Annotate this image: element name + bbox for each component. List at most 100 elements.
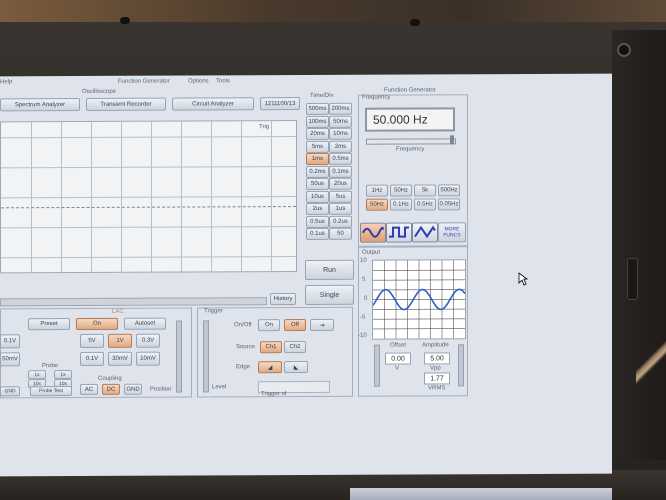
single-button[interactable]: Single [305, 284, 354, 306]
timediv-button[interactable]: 20ms [306, 127, 329, 140]
range-7[interactable]: 0.5Hz [414, 198, 436, 211]
mouse-cursor-icon [518, 272, 528, 286]
timediv-button[interactable]: 500ms [306, 102, 329, 115]
range-2[interactable]: 50Hz [390, 184, 412, 197]
tab-spectrum[interactable]: Spectrum Analyzer [0, 97, 80, 112]
timediv-button[interactable]: 10ms [329, 127, 352, 140]
coupling-ac[interactable]: AC [80, 383, 98, 395]
channel-on-button[interactable]: On [76, 317, 118, 331]
frequency-display: 50.000 Hz [365, 107, 455, 132]
probe-test-button[interactable]: Probe Test [30, 386, 72, 397]
trigger-ch2-button[interactable]: Ch2 [284, 341, 306, 354]
timediv-button[interactable]: 20us [329, 177, 352, 190]
timediv-button[interactable]: 5ms [306, 140, 329, 153]
probe-1x-a[interactable]: 1x [28, 370, 46, 380]
frequency-caption: Frequency [396, 146, 425, 153]
coupling-label: Coupling [98, 375, 122, 382]
range-8[interactable]: 0.05Hz [438, 198, 460, 211]
amplitude-unit: Vpp [430, 365, 441, 372]
volt-0-1v[interactable]: 0.1V [80, 351, 104, 366]
trigger-on-button[interactable]: On [258, 319, 280, 332]
timediv-button[interactable]: 200ms [329, 102, 352, 115]
volt-0-3v[interactable]: 0.3V [136, 333, 160, 348]
range-4[interactable]: 500Hz [438, 184, 460, 197]
sine-wave-icon[interactable] [360, 222, 386, 243]
taskbar [350, 488, 612, 500]
trigger-arrow-icon[interactable]: ⇥ [310, 318, 334, 331]
tab-id[interactable]: 1211100/13 [260, 97, 300, 111]
timediv-button[interactable]: 0.1ms [329, 165, 352, 178]
timediv-button[interactable]: 0.2ms [306, 165, 329, 178]
coupling-gnd[interactable]: GND [124, 383, 142, 395]
y-tick-2: 0 [364, 295, 368, 302]
timediv-button[interactable]: 50ms [329, 115, 352, 128]
autoset-button[interactable]: Autoset [124, 317, 166, 330]
probe-1x-b[interactable]: 1x [54, 370, 72, 380]
funcgen-label: Function Generator [384, 87, 436, 94]
tab-transient[interactable]: Transient Recorder [86, 97, 166, 111]
position-slider[interactable] [176, 320, 182, 393]
menu-tools[interactable]: Tools [216, 78, 230, 84]
position-label: Position [150, 386, 172, 393]
coupling-dc[interactable]: DC [102, 383, 120, 395]
timediv-button[interactable]: 0.5us [306, 215, 329, 228]
volt-left-1[interactable]: 0.1V [0, 334, 20, 349]
timediv-button[interactable]: 0.5ms [329, 152, 352, 165]
preset-button[interactable]: Preset [28, 318, 70, 331]
scope-scrollbar[interactable] [0, 297, 267, 307]
vrms-value: 1.77 [424, 372, 450, 385]
volt-5v[interactable]: 5V [80, 333, 104, 348]
trigger-status: Trigger of [258, 380, 330, 397]
timediv-button[interactable]: 50 [329, 227, 352, 240]
menu-options[interactable]: Options [188, 78, 209, 84]
timediv-button[interactable]: 1ms [306, 152, 329, 165]
trigger-level-slider[interactable] [203, 320, 209, 393]
scope-display: Trig [0, 120, 297, 274]
trig-label: Trig [259, 124, 270, 131]
amplitude-slider[interactable] [458, 344, 464, 387]
trigger-off-button[interactable]: Off [284, 319, 306, 332]
background-room [0, 0, 666, 22]
range-6[interactable]: 0.1Hz [390, 198, 412, 211]
falling-edge-icon[interactable]: ◣ [284, 360, 308, 374]
amplitude-value[interactable]: 5.00 [424, 352, 450, 365]
square-wave-icon[interactable] [386, 222, 412, 243]
screen: Help Function Generator Options Tools Os… [0, 73, 612, 477]
history-button[interactable]: History [270, 293, 296, 306]
tab-circuit[interactable]: Circuit Analyzer [172, 97, 254, 111]
amplitude-label: Amplitude [422, 342, 449, 349]
range-1[interactable]: 1Hz [366, 184, 388, 197]
trigger-label: Trigger [204, 308, 223, 315]
range-3[interactable]: 5k [414, 184, 436, 197]
gnd-left-button[interactable]: GND [0, 386, 20, 397]
triangle-wave-icon[interactable] [412, 222, 438, 243]
timediv-button[interactable]: 10us [306, 190, 329, 203]
volt-1v[interactable]: 1V [108, 333, 132, 348]
volt-left-2[interactable]: 50mV [0, 352, 20, 367]
timediv-button[interactable]: 2us [306, 202, 329, 215]
menu-help[interactable]: Help [0, 79, 12, 85]
rising-edge-icon[interactable]: ◢ [258, 361, 282, 374]
range-5[interactable]: 50Hz [366, 198, 388, 211]
timediv-button[interactable]: 5us [329, 190, 352, 203]
run-button[interactable]: Run [305, 259, 354, 281]
output-preview [372, 259, 466, 340]
offset-slider[interactable] [374, 344, 380, 387]
more-funcs-button[interactable]: MORE FUNCS [438, 222, 466, 243]
offset-label: Offset [390, 342, 406, 349]
timediv-button[interactable]: 1us [329, 202, 352, 215]
timediv-button[interactable]: 0.2us [329, 215, 352, 228]
offset-value[interactable]: 0.00 [385, 352, 411, 365]
trigger-edge-label: Edge [236, 364, 251, 371]
volt-30mv[interactable]: 30mV [108, 351, 132, 366]
timediv-button[interactable]: 50us [306, 177, 329, 190]
trigger-ch1-button[interactable]: Ch1 [260, 341, 282, 354]
frequency-slider-thumb[interactable] [450, 135, 454, 145]
timediv-button[interactable]: 100ms [306, 115, 329, 128]
output-waveform [372, 260, 466, 339]
timediv-button[interactable]: 2ms [329, 140, 352, 153]
volt-10mv[interactable]: 10mV [136, 351, 160, 366]
timediv-button[interactable]: 0.1us [306, 227, 329, 240]
frequency-slider[interactable] [366, 138, 456, 145]
output-label: Output [362, 249, 381, 256]
